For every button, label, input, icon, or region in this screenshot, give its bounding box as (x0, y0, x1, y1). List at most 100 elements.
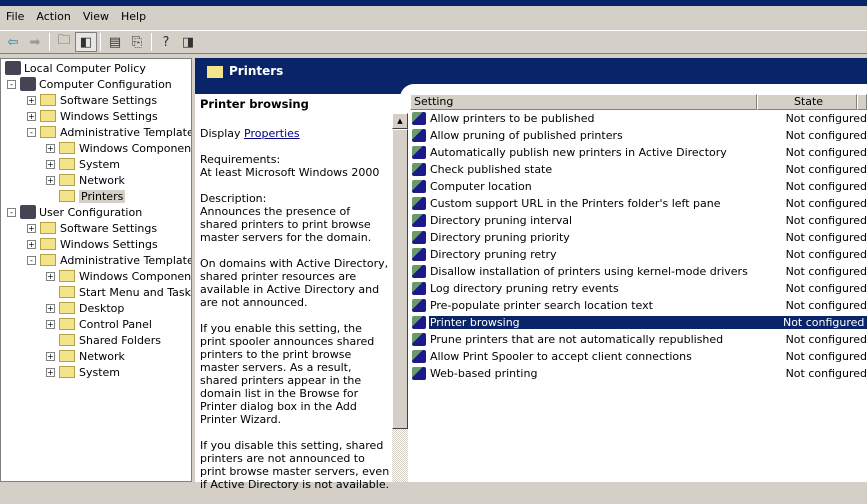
collapse-icon[interactable]: - (7, 207, 16, 217)
setting-state: Not configured (785, 265, 867, 278)
tree-node[interactable]: + Network (46, 348, 125, 364)
setting-state: Not configured (785, 231, 867, 244)
tree-node[interactable]: + System (46, 156, 120, 172)
properties-link[interactable]: Properties (244, 127, 300, 140)
setting-name: Directory pruning priority (429, 231, 570, 244)
expand-icon[interactable]: + (46, 143, 55, 153)
folder-icon (59, 270, 75, 282)
table-row[interactable]: Log directory pruning retry events Not co… (410, 280, 867, 297)
folder-icon (40, 254, 56, 266)
menu-view[interactable]: View (77, 8, 115, 28)
folder-icon (59, 334, 75, 346)
tree-node[interactable]: - User Configuration (7, 204, 142, 220)
setting-name: Log directory pruning retry events (429, 282, 619, 295)
setting-name: Web-based printing (429, 367, 538, 380)
table-row[interactable]: Directory pruning retry Not configured (410, 246, 867, 263)
folder-icon (59, 142, 75, 154)
tree-node[interactable]: Start Menu and Taskbar (46, 284, 191, 300)
collapse-icon[interactable]: - (27, 255, 36, 265)
export-list-icon[interactable]: ⎘ (126, 32, 148, 52)
expand-icon[interactable]: + (46, 351, 55, 361)
forward-icon[interactable]: ➡ (24, 32, 46, 52)
separator (151, 33, 152, 51)
setting-name: Allow Print Spooler to accept client con… (429, 350, 692, 363)
table-row[interactable]: Prune printers that are not automaticall… (410, 331, 867, 348)
properties-icon[interactable]: ▤ (104, 32, 126, 52)
tree-node[interactable]: + Network (46, 172, 125, 188)
setting-name: Directory pruning retry (429, 248, 557, 261)
table-row[interactable]: Computer location Not configured (410, 178, 867, 195)
collapse-icon[interactable]: - (7, 79, 16, 89)
table-row[interactable]: Allow pruning of published printers Not c… (410, 127, 867, 144)
tree-node[interactable]: - Administrative Templates (27, 124, 191, 140)
table-row[interactable]: Custom support URL in the Printers folde… (410, 195, 867, 212)
console-tree: Local Computer Policy - Computer Configura… (0, 58, 192, 482)
tree-node[interactable]: - Computer Configuration (7, 76, 172, 92)
tree-node-label: Control Panel (79, 317, 152, 331)
tree-node[interactable]: Printers (46, 188, 126, 204)
tree-node[interactable]: - Administrative Templates (27, 252, 191, 268)
expand-icon[interactable]: + (27, 223, 36, 233)
setting-name: Prune printers that are not automaticall… (429, 333, 724, 346)
expand-icon[interactable]: + (46, 271, 55, 281)
expand-icon[interactable]: + (46, 159, 55, 169)
setting-state: Not configured (785, 214, 867, 227)
tree-node[interactable]: + Windows Components (46, 268, 191, 284)
tree-node[interactable]: Local Computer Policy (5, 60, 146, 76)
tree-node[interactable]: + Software Settings (27, 220, 157, 236)
setting-state: Not configured (785, 129, 867, 142)
table-row[interactable]: Automatically publish new printers in Ac… (410, 144, 867, 161)
tree-node[interactable]: + System (46, 364, 120, 380)
setting-state: Not configured (785, 299, 867, 312)
expand-icon[interactable]: + (46, 175, 55, 185)
description-text: Announces the presence of shared printer… (200, 205, 372, 244)
expand-icon[interactable]: + (27, 239, 36, 249)
scroll-up-button[interactable]: ▲ (392, 113, 408, 129)
scroll-thumb[interactable] (392, 129, 408, 429)
show-hide-tree-icon[interactable]: ◧ (75, 32, 97, 52)
menu-action[interactable]: Action (30, 8, 76, 28)
table-row[interactable]: Allow Print Spooler to accept client con… (410, 348, 867, 365)
tree-node[interactable]: + Desktop (46, 300, 124, 316)
show-hide-action-pane-icon[interactable]: ◨ (177, 32, 199, 52)
help-icon[interactable]: ? (155, 32, 177, 52)
tree-node[interactable]: + Windows Settings (27, 236, 158, 252)
table-row[interactable]: Web-based printing Not configured (410, 365, 867, 382)
tree-node[interactable]: + Windows Components (46, 140, 191, 156)
expand-icon[interactable]: + (46, 303, 55, 313)
table-row[interactable]: Check published state Not configured (410, 161, 867, 178)
table-row[interactable]: Disallow installation of printers using … (410, 263, 867, 280)
setting-name: Printer browsing (428, 316, 770, 329)
tree-node[interactable]: Shared Folders (46, 332, 161, 348)
expand-icon[interactable]: + (46, 319, 55, 329)
setting-state: Not configured (785, 248, 867, 261)
tree-node-label: Computer Configuration (39, 77, 172, 91)
menu-help[interactable]: Help (115, 8, 152, 28)
description-scrollbar[interactable]: ▲ (392, 113, 408, 482)
table-row[interactable]: Allow printers to be published Not config… (410, 110, 867, 127)
expand-icon[interactable]: + (46, 367, 55, 377)
table-row[interactable]: Directory pruning priority Not configured (410, 229, 867, 246)
back-icon[interactable]: ⇦ (2, 32, 24, 52)
expand-icon[interactable]: + (27, 95, 36, 105)
collapse-icon[interactable]: - (27, 127, 36, 137)
tree-node[interactable]: + Software Settings (27, 92, 157, 108)
table-row[interactable]: Pre-populate printer search location tex… (410, 297, 867, 314)
column-header-setting[interactable]: Setting (410, 94, 757, 110)
tree-node[interactable]: + Control Panel (46, 316, 152, 332)
tree-node-label: Network (79, 349, 125, 363)
setting-state: Not configured (785, 146, 867, 159)
column-header-filler (857, 94, 867, 110)
expand-icon[interactable]: + (27, 111, 36, 121)
table-row[interactable]: Directory pruning interval Not configured (410, 212, 867, 229)
toolbar: ⇦ ➡ 🗀 ◧ ▤ ⎘ ? ◨ (0, 30, 867, 54)
column-header-state[interactable]: State (757, 94, 857, 110)
setting-state: Not configured (769, 316, 867, 329)
policy-setting-icon (412, 316, 426, 329)
setting-name: Directory pruning interval (429, 214, 573, 227)
tree-node[interactable]: + Windows Settings (27, 108, 158, 124)
up-folder-icon[interactable]: 🗀 (53, 32, 75, 52)
table-row[interactable]: Printer browsing Not configured (410, 314, 867, 331)
menu-file[interactable]: File (0, 8, 30, 28)
tree-node-label: Windows Settings (60, 109, 158, 123)
